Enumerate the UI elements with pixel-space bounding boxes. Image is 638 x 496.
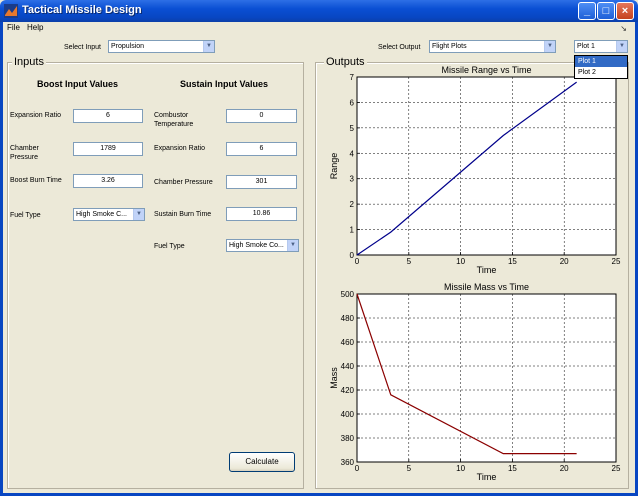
- sustain-burn-time-input[interactable]: 10.86: [226, 207, 297, 221]
- y-tick-label: 400: [341, 410, 355, 419]
- y-tick-label: 3: [350, 175, 355, 184]
- menu-file[interactable]: File: [7, 23, 20, 32]
- boost-heading: Boost Input Values: [37, 79, 119, 89]
- chevron-down-icon: ▼: [133, 209, 144, 220]
- range-vs-time-chart: 0 5 10 15 20 25 0 1 2 3 4 5 6 7 Missile Range vs Time T…: [329, 65, 621, 275]
- select-input-value: Propulsion: [111, 43, 145, 50]
- plot-select-value: Plot 1: [577, 43, 595, 50]
- plot-select-dropdown[interactable]: Plot 1 ▼: [574, 40, 628, 53]
- boost-fuel-type-value: High Smoke C...: [76, 211, 127, 218]
- x-tick-label: 15: [508, 464, 517, 473]
- close-button[interactable]: ×: [616, 2, 634, 20]
- y-axis-label: Mass: [329, 367, 339, 389]
- y-tick-label: 6: [350, 98, 355, 107]
- maximize-button[interactable]: □: [597, 2, 615, 20]
- x-tick-label: 0: [355, 257, 360, 266]
- x-tick-label: 20: [560, 464, 569, 473]
- dock-arrow-icon[interactable]: ↘: [620, 24, 627, 33]
- y-tick-label: 440: [341, 362, 355, 371]
- sustain-chamber-pressure-label: Chamber Pressure: [154, 179, 213, 186]
- y-tick-label: 500: [341, 290, 355, 299]
- matlab-icon: [4, 4, 18, 18]
- boost-chamber-pressure-label: Chamber Pressure: [10, 145, 39, 161]
- sustain-chamber-pressure-input[interactable]: 301: [226, 175, 297, 189]
- sustain-heading: Sustain Input Values: [180, 79, 269, 89]
- select-output-dropdown[interactable]: Flight Plots ▼: [429, 40, 556, 53]
- chart-title: Missile Range vs Time: [441, 65, 531, 75]
- sustain-expansion-ratio-input[interactable]: 6: [226, 142, 297, 156]
- plot-option[interactable]: Plot 1: [575, 56, 627, 67]
- window-title: Tactical Missile Design: [22, 4, 142, 16]
- y-tick-label: 480: [341, 314, 355, 323]
- menu-bar: File Help ↘: [3, 22, 635, 36]
- x-tick-label: 10: [456, 257, 465, 266]
- x-axis-label: Time: [477, 472, 497, 482]
- y-tick-label: 2: [350, 200, 355, 209]
- select-input-dropdown[interactable]: Propulsion ▼: [108, 40, 215, 53]
- select-output-label: Select Output: [378, 44, 421, 51]
- title-bar: Tactical Missile Design _ □ ×: [0, 0, 638, 22]
- boost-expansion-ratio-label: Expansion Ratio: [10, 112, 61, 119]
- chevron-down-icon: ▼: [616, 41, 627, 52]
- inputs-title: Inputs: [12, 56, 46, 68]
- boost-expansion-ratio-input[interactable]: 6: [73, 109, 143, 123]
- x-axis-label: Time: [477, 265, 497, 275]
- minimize-button[interactable]: _: [578, 2, 596, 20]
- chevron-down-icon: ▼: [203, 41, 214, 52]
- y-tick-label: 380: [341, 434, 355, 443]
- boost-burn-time-input[interactable]: 3.26: [73, 174, 143, 188]
- plot-option[interactable]: Plot 2: [575, 67, 627, 78]
- plot-select-options: Plot 1 Plot 2: [574, 55, 628, 79]
- x-tick-label: 10: [456, 464, 465, 473]
- boost-burn-time-label: Boost Burn Time: [10, 177, 62, 184]
- mass-vs-time-chart: 0 5 10 15 20 25 360 380 400 420 440 460 480 500 Missil…: [329, 282, 621, 482]
- y-axis-label: Range: [329, 153, 339, 180]
- x-tick-label: 5: [407, 257, 412, 266]
- sustain-fuel-type-label: Fuel Type: [154, 243, 185, 250]
- boost-chamber-pressure-input[interactable]: 1789: [73, 142, 143, 156]
- boost-fuel-type-label: Fuel Type: [10, 212, 41, 219]
- select-output-value: Flight Plots: [432, 43, 467, 50]
- y-tick-label: 1: [350, 226, 355, 235]
- y-tick-label: 460: [341, 338, 355, 347]
- x-tick-label: 25: [612, 464, 621, 473]
- y-tick-label: 4: [350, 149, 355, 158]
- x-tick-label: 15: [508, 257, 517, 266]
- y-tick-label: 420: [341, 386, 355, 395]
- menu-help[interactable]: Help: [27, 23, 43, 32]
- x-tick-label: 5: [407, 464, 412, 473]
- select-input-label: Select Input: [64, 44, 101, 51]
- y-tick-label: 7: [350, 73, 355, 82]
- x-tick-label: 25: [612, 257, 621, 266]
- plot-area: [356, 293, 617, 463]
- maximize-icon: □: [602, 5, 610, 17]
- x-tick-label: 20: [560, 257, 569, 266]
- sustain-fuel-type-dropdown[interactable]: High Smoke Co... ▼: [226, 239, 299, 252]
- window-frame-left: [0, 22, 3, 496]
- y-tick-label: 5: [350, 124, 355, 133]
- chevron-down-icon: ▼: [287, 240, 298, 251]
- calculate-button[interactable]: Calculate: [229, 452, 295, 472]
- close-icon: ×: [621, 5, 629, 17]
- y-tick-label: 0: [350, 251, 355, 260]
- boost-fuel-type-dropdown[interactable]: High Smoke C... ▼: [73, 208, 145, 221]
- sustain-combustor-temp-input[interactable]: 0: [226, 109, 297, 123]
- minimize-icon: _: [583, 5, 591, 17]
- x-tick-label: 0: [355, 464, 360, 473]
- sustain-combustor-temp-label: Combustor Temperature: [154, 112, 194, 128]
- sustain-expansion-ratio-label: Expansion Ratio: [154, 145, 205, 152]
- chart-title: Missile Mass vs Time: [444, 282, 529, 292]
- sustain-fuel-type-value: High Smoke Co...: [229, 242, 284, 249]
- chevron-down-icon: ▼: [544, 41, 555, 52]
- y-tick-label: 360: [341, 458, 355, 467]
- sustain-burn-time-label: Sustain Burn Time: [154, 211, 212, 218]
